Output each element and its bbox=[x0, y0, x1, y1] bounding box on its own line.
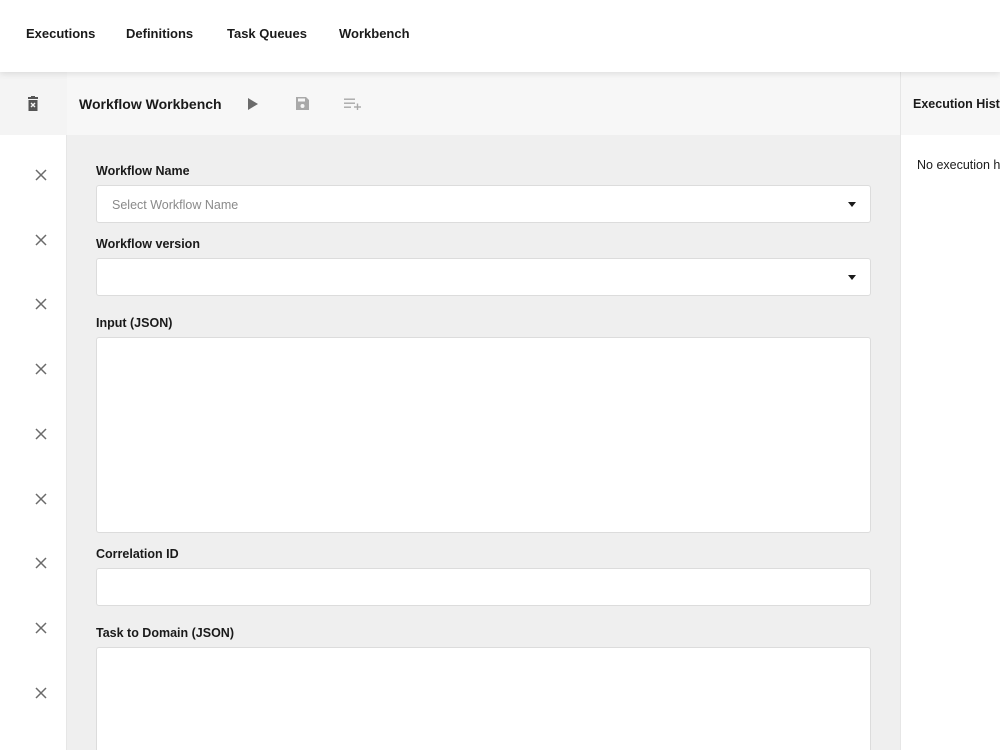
input-json-label: Input (JSON) bbox=[96, 316, 173, 330]
execution-history-title: Execution History bbox=[913, 97, 1000, 111]
workflow-name-placeholder: Select Workflow Name bbox=[112, 198, 239, 212]
task-to-domain-editor[interactable] bbox=[96, 647, 871, 750]
workbench-main: Workflow Workbench Workflow Name Select … bbox=[67, 72, 900, 750]
close-icon[interactable] bbox=[34, 297, 48, 311]
nav-task-queues[interactable]: Task Queues bbox=[227, 26, 307, 42]
dropdown-arrow-icon bbox=[848, 202, 856, 207]
close-icon[interactable] bbox=[34, 492, 48, 506]
page-title: Workflow Workbench bbox=[79, 96, 222, 112]
workbench-toolbar: Workflow Workbench bbox=[67, 72, 900, 135]
play-icon[interactable] bbox=[248, 98, 258, 110]
close-icon[interactable] bbox=[34, 168, 48, 182]
nav-executions[interactable]: Executions bbox=[26, 26, 95, 42]
top-nav: Executions Definitions Task Queues Workb… bbox=[0, 0, 1000, 72]
task-to-domain-label: Task to Domain (JSON) bbox=[96, 626, 234, 640]
close-icon[interactable] bbox=[34, 556, 48, 570]
save-icon[interactable] bbox=[295, 96, 310, 111]
run-list-header bbox=[0, 72, 67, 135]
close-icon[interactable] bbox=[34, 233, 48, 247]
close-icon[interactable] bbox=[34, 362, 48, 376]
run-list-column bbox=[0, 72, 67, 750]
trash-icon[interactable] bbox=[26, 96, 40, 112]
close-icon[interactable] bbox=[34, 621, 48, 635]
nav-definitions[interactable]: Definitions bbox=[126, 26, 193, 42]
dropdown-arrow-icon bbox=[848, 275, 856, 280]
workflow-version-select[interactable] bbox=[96, 258, 871, 296]
execution-history-empty: No execution history bbox=[917, 158, 1000, 172]
correlation-id-label: Correlation ID bbox=[96, 547, 179, 561]
input-json-editor[interactable] bbox=[96, 337, 871, 533]
playlist-add-icon[interactable] bbox=[344, 98, 362, 110]
close-icon[interactable] bbox=[34, 686, 48, 700]
nav-workbench[interactable]: Workbench bbox=[339, 26, 410, 42]
correlation-id-input[interactable] bbox=[96, 568, 871, 606]
workflow-name-select[interactable]: Select Workflow Name bbox=[96, 185, 871, 223]
workflow-name-label: Workflow Name bbox=[96, 164, 190, 178]
execution-history-panel: Execution History No execution history bbox=[900, 72, 1000, 750]
execution-history-header: Execution History bbox=[901, 72, 1000, 135]
workflow-version-label: Workflow version bbox=[96, 237, 200, 251]
close-icon[interactable] bbox=[34, 427, 48, 441]
